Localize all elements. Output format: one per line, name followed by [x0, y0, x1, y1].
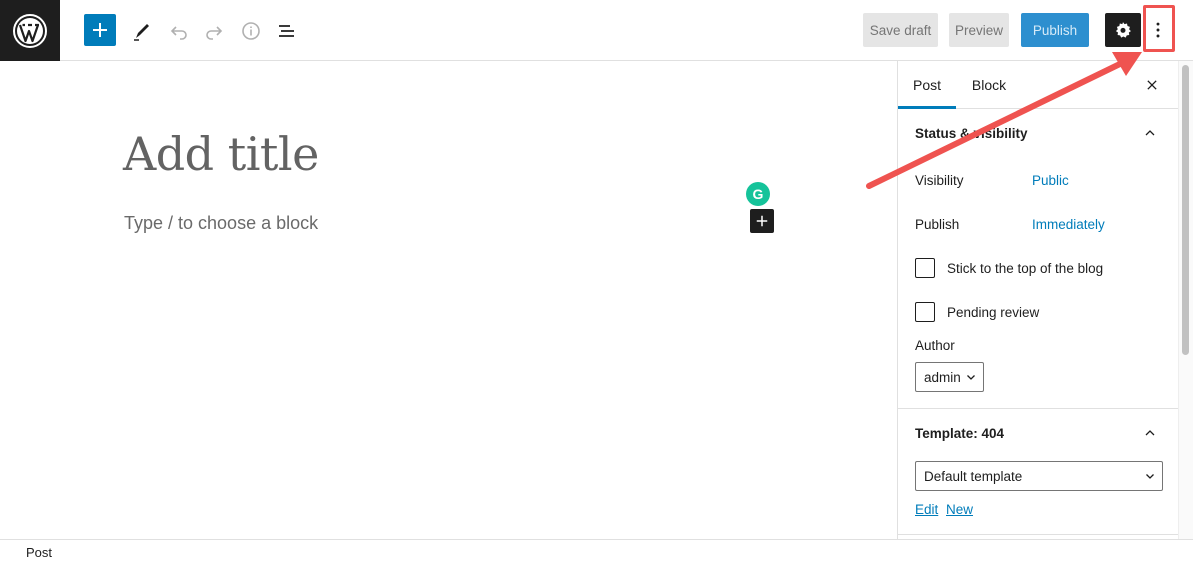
tools-button[interactable]	[125, 14, 158, 47]
editor-canvas: Add title Type / to choose a block G	[0, 61, 897, 539]
inline-add-block-button[interactable]	[750, 209, 774, 233]
list-view-button[interactable]	[270, 14, 303, 47]
annotation-highlight-box	[1143, 5, 1175, 52]
block-appender[interactable]: Type / to choose a block	[124, 213, 318, 234]
new-template-link[interactable]: New	[946, 502, 973, 517]
save-draft-button[interactable]: Save draft	[863, 13, 938, 47]
tab-block[interactable]: Block	[960, 61, 1018, 109]
undo-button[interactable]	[162, 14, 195, 47]
chevron-up-icon	[1140, 123, 1160, 143]
pending-review-label: Pending review	[947, 305, 1040, 320]
close-sidebar-button[interactable]	[1140, 73, 1164, 97]
editor-footer: Post	[0, 539, 1193, 564]
publish-button[interactable]: Publish	[1021, 13, 1089, 47]
undo-icon	[170, 25, 187, 40]
settings-button[interactable]	[1105, 13, 1141, 47]
sticky-checkbox[interactable]	[915, 258, 935, 278]
sidebar-tabs: Post Block	[898, 61, 1178, 109]
wordpress-logo-icon[interactable]	[0, 0, 60, 61]
redo-button[interactable]	[197, 14, 230, 47]
panel-title: Template: 404	[915, 425, 1005, 441]
status-visibility-panel-toggle[interactable]: Status & visibility	[898, 109, 1178, 157]
chevron-down-icon	[967, 375, 975, 380]
redo-icon	[205, 25, 222, 40]
visibility-toggle[interactable]: Public	[1032, 173, 1069, 188]
plus-icon	[756, 215, 768, 227]
author-select[interactable]: admin	[915, 362, 984, 392]
post-title-input[interactable]: Add title	[123, 127, 319, 181]
author-value: admin	[924, 369, 961, 385]
pencil-icon	[133, 23, 149, 41]
tab-post[interactable]: Post	[898, 61, 956, 109]
template-value: Default template	[924, 468, 1023, 484]
chevron-up-icon	[1140, 423, 1160, 443]
preview-button[interactable]: Preview	[949, 13, 1009, 47]
chevron-down-icon	[1146, 474, 1154, 479]
pending-review-checkbox[interactable]	[915, 302, 935, 322]
sticky-label: Stick to the top of the blog	[947, 261, 1104, 276]
grammarly-icon[interactable]: G	[746, 182, 770, 206]
info-icon	[241, 21, 260, 40]
template-panel-toggle[interactable]: Template: 404	[898, 409, 1178, 457]
details-button[interactable]	[234, 14, 267, 47]
panel-title: Status & visibility	[915, 125, 1028, 141]
list-view-icon	[278, 24, 294, 37]
breadcrumb[interactable]: Post	[26, 545, 52, 560]
visibility-label: Visibility	[915, 173, 964, 188]
template-select[interactable]: Default template	[915, 461, 1163, 491]
panel-divider	[898, 534, 1178, 535]
settings-sidebar: Post Block Status & visibility Visibilit…	[897, 61, 1193, 539]
sidebar-scrollbar-thumb[interactable]	[1182, 65, 1189, 355]
publish-date-toggle[interactable]: Immediately	[1032, 217, 1105, 232]
edit-template-link[interactable]: Edit	[915, 502, 938, 517]
add-block-button[interactable]	[84, 14, 116, 46]
publish-label: Publish	[915, 217, 960, 232]
author-label: Author	[915, 338, 955, 353]
close-icon	[1147, 80, 1157, 90]
editor-header: Save draft Preview Publish	[0, 0, 1193, 61]
plus-icon	[93, 23, 107, 37]
gear-icon	[1115, 22, 1131, 38]
